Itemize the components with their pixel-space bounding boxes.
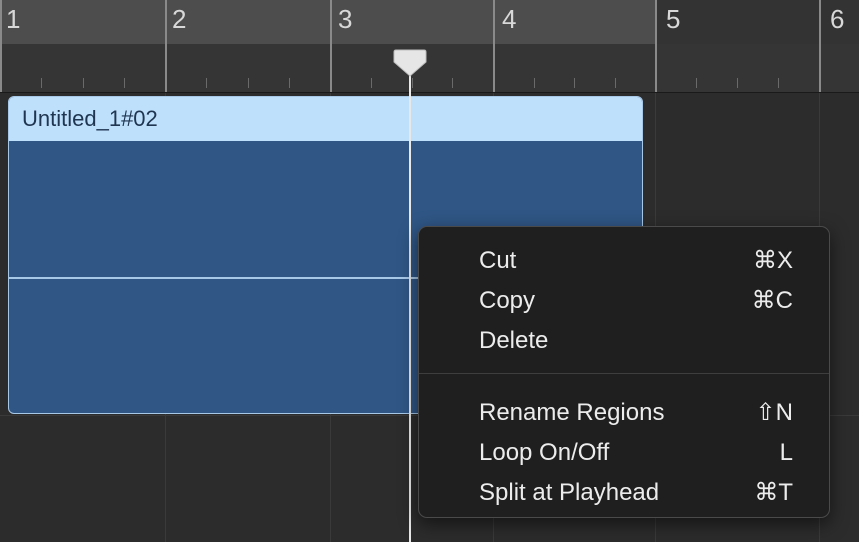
tracks-workspace: 1 2 3 4 5 6 Untitled_1#02 Cut ⌘X Copy ⌘C… — [0, 0, 859, 542]
beat-tick — [371, 78, 372, 88]
menu-item-shortcut: L — [779, 439, 793, 466]
beat-tick — [124, 78, 125, 88]
beat-tick — [778, 78, 779, 88]
region-name: Untitled_1#02 — [22, 106, 158, 131]
playhead-handle-icon[interactable] — [393, 48, 427, 78]
menu-item-shortcut: ⇧N — [755, 399, 793, 426]
bar-number-2: 2 — [172, 4, 187, 34]
menu-item-cut[interactable]: Cut ⌘X — [419, 240, 829, 280]
beat-tick — [737, 78, 738, 88]
playhead-line[interactable] — [409, 60, 411, 542]
bar-number-5: 5 — [666, 4, 681, 34]
bar-number-6: 6 — [830, 4, 845, 34]
menu-item-delete[interactable]: Delete — [419, 320, 829, 360]
beat-tick — [452, 78, 453, 88]
bar-number-3: 3 — [338, 4, 353, 34]
beat-tick — [615, 78, 616, 88]
cycle-area[interactable] — [0, 0, 655, 44]
menu-separator — [419, 373, 829, 374]
menu-item-label: Cut — [479, 247, 517, 274]
bar-divider — [655, 0, 657, 92]
beat-tick — [248, 78, 249, 88]
bar-number-4: 4 — [502, 4, 517, 34]
beat-tick — [574, 78, 575, 88]
beat-tick — [412, 78, 413, 88]
bar-number-1: 1 — [6, 4, 21, 34]
menu-item-label: Split at Playhead — [479, 479, 660, 506]
bar-number-strip[interactable]: 1 2 3 4 5 6 — [0, 0, 859, 44]
bar-divider — [330, 0, 332, 92]
menu-item-shortcut: ⌘X — [752, 247, 793, 274]
beat-tick — [83, 78, 84, 88]
menu-item-label: Copy — [479, 287, 536, 314]
beat-tick — [206, 78, 207, 88]
menu-item-split-at-playhead[interactable]: Split at Playhead ⌘T — [419, 472, 829, 512]
menu-item-shortcut: ⌘T — [754, 479, 793, 506]
beat-tick — [289, 78, 290, 88]
menu-item-rename-regions[interactable]: Rename Regions ⇧N — [419, 392, 829, 432]
beat-tick — [534, 78, 535, 88]
menu-item-copy[interactable]: Copy ⌘C — [419, 280, 829, 320]
beat-tick — [41, 78, 42, 88]
menu-item-label: Loop On/Off — [479, 439, 610, 466]
beat-tick — [696, 78, 697, 88]
timeline-ruler[interactable]: 1 2 3 4 5 6 — [0, 0, 859, 93]
region-context-menu: Cut ⌘X Copy ⌘C Delete Rename Regions ⇧N … — [418, 226, 830, 518]
region-header[interactable]: Untitled_1#02 — [9, 97, 642, 141]
bar-divider — [819, 0, 821, 92]
bar-divider — [493, 0, 495, 92]
ruler-ticks[interactable] — [0, 44, 859, 92]
bar-divider — [165, 0, 167, 92]
menu-item-label: Rename Regions — [479, 399, 665, 426]
menu-item-shortcut: ⌘C — [751, 287, 793, 314]
menu-item-label: Delete — [479, 327, 549, 354]
bar-divider — [0, 0, 2, 92]
menu-item-loop-on-off[interactable]: Loop On/Off L — [419, 432, 829, 472]
